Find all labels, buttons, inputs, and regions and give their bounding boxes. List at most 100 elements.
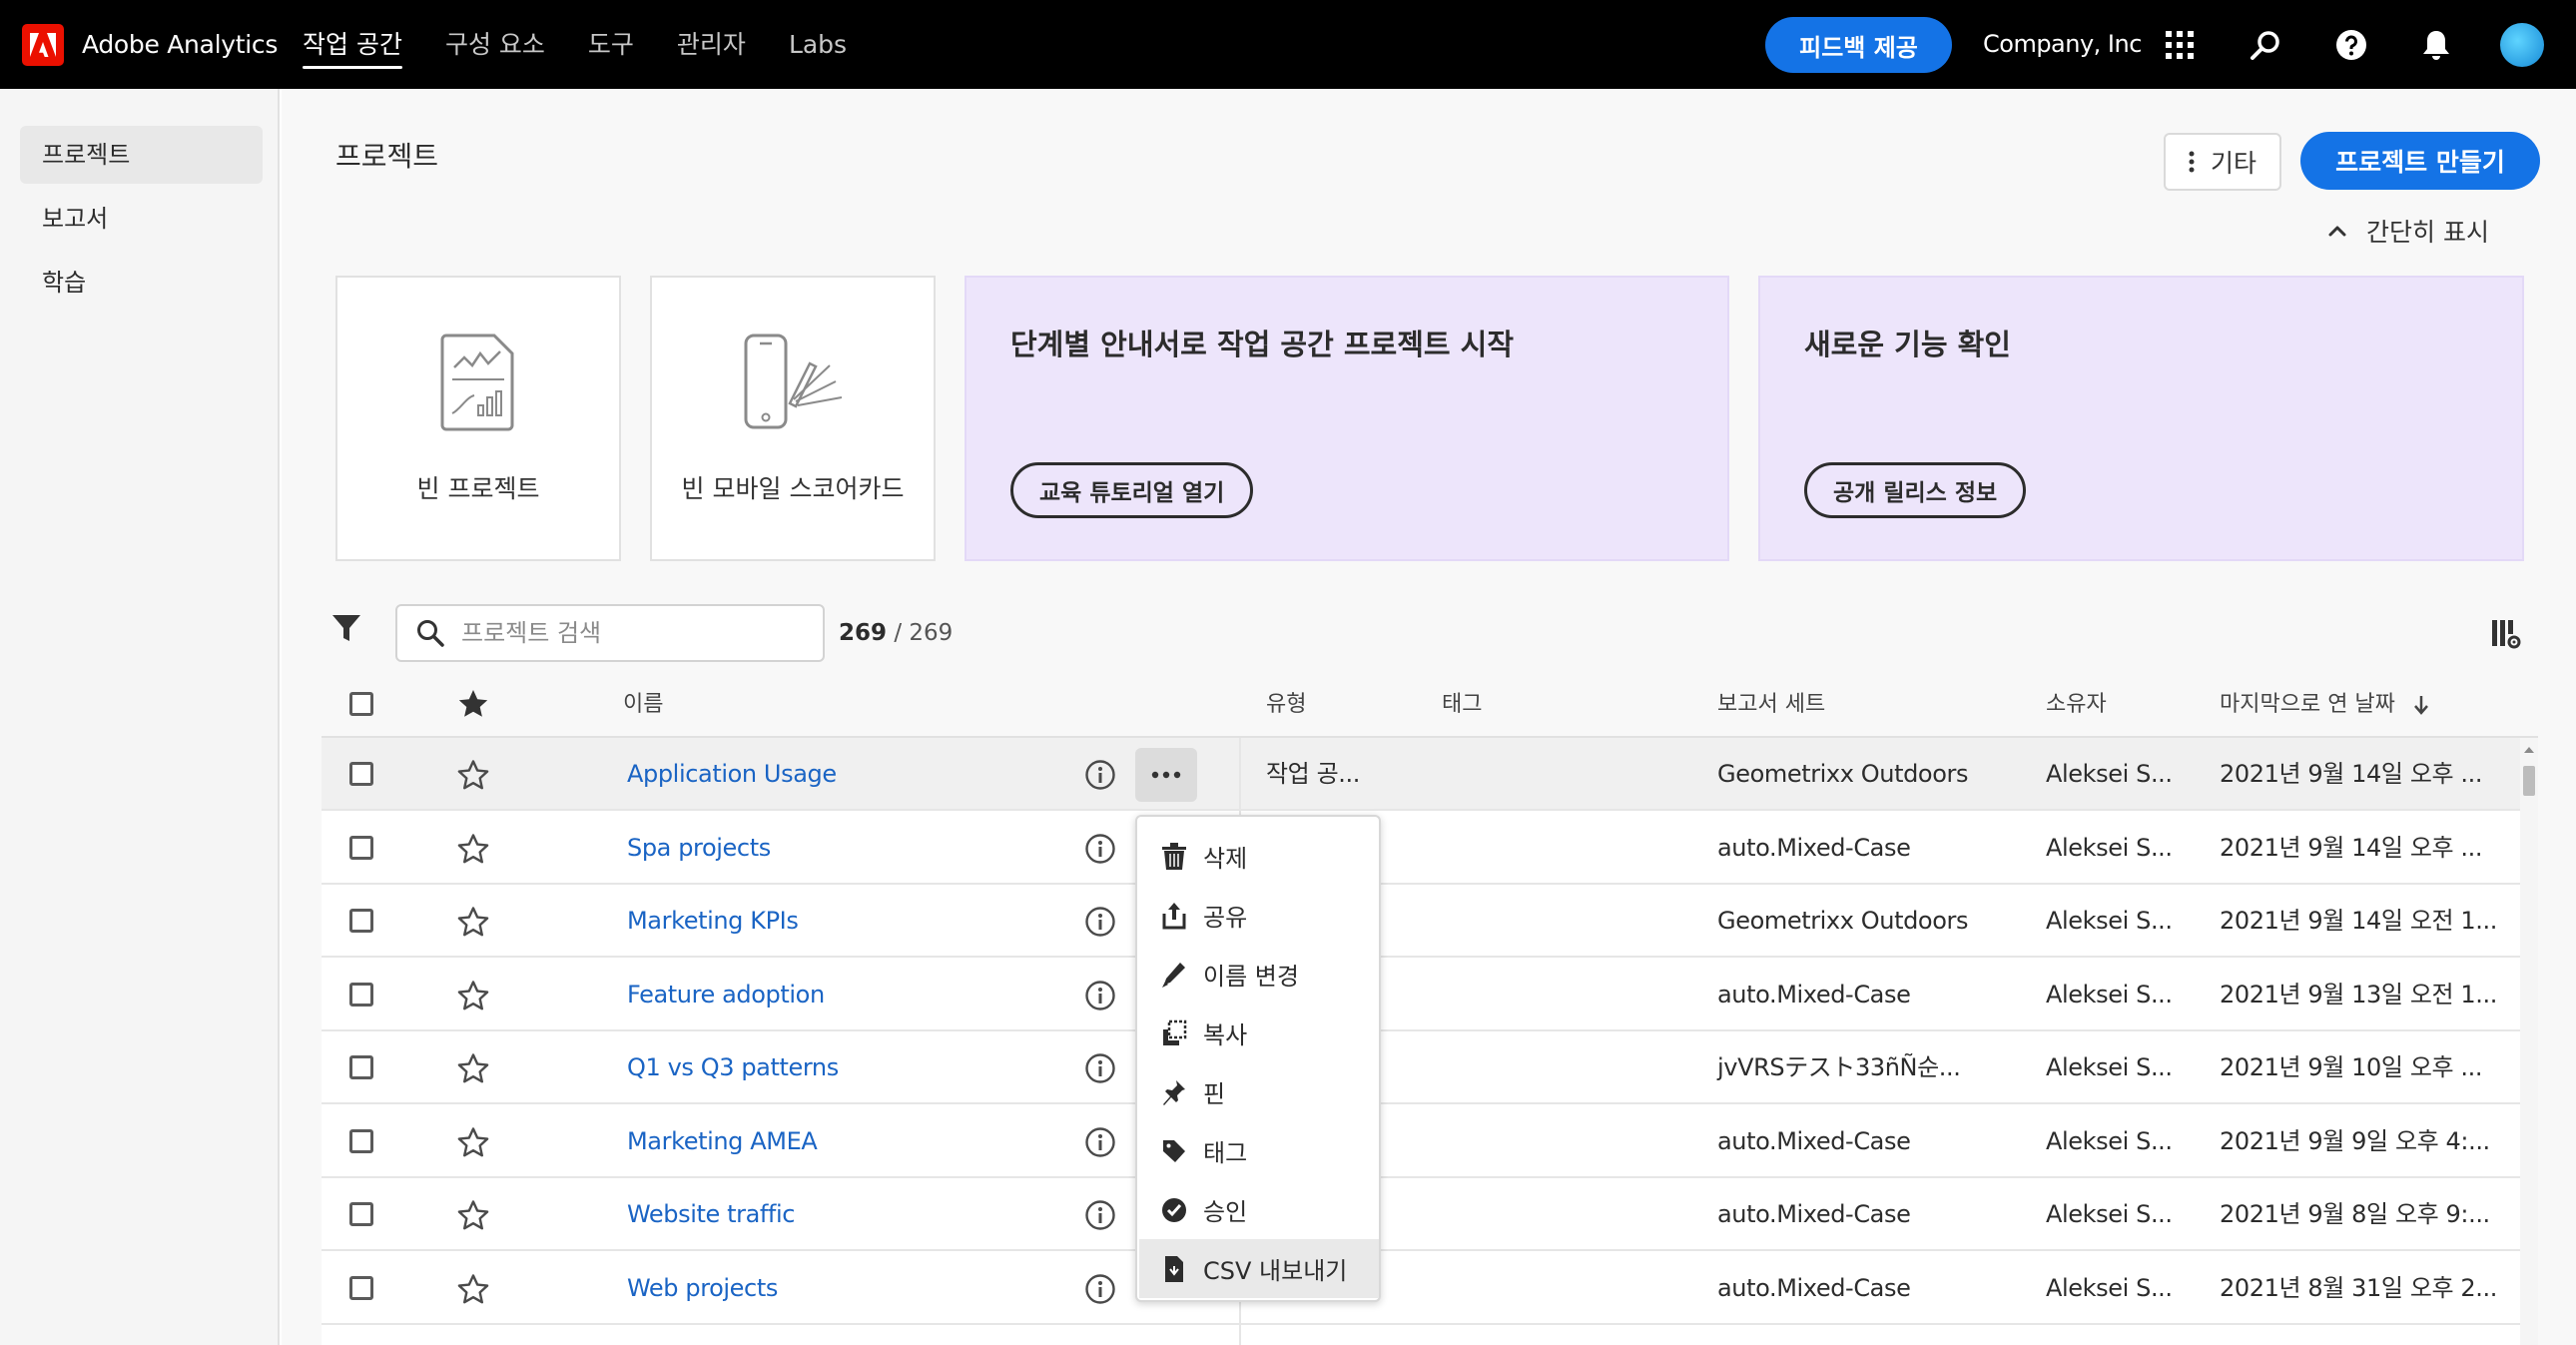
sidebar-item-learning[interactable]: 학습	[20, 254, 263, 312]
select-all-checkbox[interactable]	[349, 692, 373, 716]
project-name-link[interactable]: Website traffic	[627, 1178, 795, 1250]
favorite-star-icon[interactable]	[457, 759, 489, 791]
tutorial-promo-title: 단계별 안내서로 작업 공간 프로젝트 시작	[1010, 328, 1515, 361]
feedback-button[interactable]: 피드백 제공	[1765, 17, 1952, 73]
nav-components[interactable]: 구성 요소	[430, 0, 560, 89]
project-name-link[interactable]: Marketing AMEA	[627, 1105, 818, 1177]
row-checkbox[interactable]	[349, 909, 373, 933]
search-icon[interactable]	[2247, 26, 2284, 64]
sort-descending-icon	[2413, 696, 2428, 715]
menu-item-rename[interactable]: 이름 변경	[1139, 945, 1379, 1004]
project-name-link[interactable]: Web projects	[627, 1252, 778, 1324]
row-checkbox[interactable]	[349, 982, 373, 1007]
row-checkbox[interactable]	[349, 1275, 373, 1300]
favorite-star-icon[interactable]	[457, 833, 489, 865]
column-header-name[interactable]: 이름	[623, 674, 663, 736]
menu-item-export-csv[interactable]: CSV 내보내기	[1139, 1239, 1379, 1298]
menu-item-approve[interactable]: 승인	[1139, 1180, 1379, 1239]
table-header: 이름 유형 태그 보고서 세트 소유자 마지막으로 연 날짜	[322, 674, 2538, 736]
info-icon[interactable]	[1084, 759, 1116, 791]
table-row[interactable]: Marketing KPIs Geometrixx Outdoors Aleksei…	[322, 885, 2538, 958]
nav-admin[interactable]: 관리자	[662, 0, 761, 89]
blank-project-card[interactable]: 빈 프로젝트	[335, 276, 621, 561]
project-name-link[interactable]: Application Usage	[627, 738, 837, 810]
scroll-up-arrow-icon[interactable]	[2523, 746, 2535, 754]
favorite-star-icon[interactable]	[457, 1052, 489, 1084]
release-notes-button[interactable]: 공개 릴리스 정보	[1804, 462, 2027, 518]
more-actions-button[interactable]	[1135, 748, 1197, 802]
project-context-menu: 삭제 공유 이름 변경 복사 핀 태그 승인 CSV 내보내기	[1135, 815, 1381, 1302]
nav-labs[interactable]: Labs	[774, 0, 862, 89]
column-header-type[interactable]: 유형	[1266, 674, 1306, 736]
app-name[interactable]: Adobe Analytics	[82, 0, 278, 89]
menu-item-label: 승인	[1203, 1198, 1248, 1226]
menu-item-label: 핀	[1203, 1080, 1226, 1108]
table-row[interactable]: Marketing AMEA auto.Mixed-Case Aleksei S..…	[322, 1104, 2538, 1178]
table-row[interactable]: Web projects auto.Mixed-Case Aleksei S... 2…	[322, 1251, 2538, 1325]
table-row[interactable]: Q1 vs Q3 patterns jvVRSテスト33ñÑ순... Aleksei…	[322, 1031, 2538, 1104]
table-row[interactable]: Feature adoption auto.Mixed-Case Aleksei S…	[322, 958, 2538, 1031]
row-checkbox[interactable]	[349, 1202, 373, 1226]
info-icon[interactable]	[1084, 833, 1116, 865]
whats-new-promo-title: 새로운 기능 확인	[1804, 328, 2011, 361]
row-checkbox[interactable]	[349, 1055, 373, 1079]
company-switcher[interactable]: Company, Inc	[1983, 0, 2142, 89]
favorite-star-icon[interactable]	[457, 1126, 489, 1158]
table-row[interactable]: Website traffic auto.Mixed-Case Aleksei S.…	[322, 1178, 2538, 1251]
star-filled-icon[interactable]	[457, 688, 489, 720]
table-row[interactable]: Application Usage 작업 공... Geometrixx Outdo…	[322, 738, 2538, 811]
column-header-last-opened[interactable]: 마지막으로 연 날짜	[2220, 674, 2428, 736]
project-search-input[interactable]: 프로젝트 검색	[395, 604, 825, 662]
collapse-toggle[interactable]: 간단히 표시	[2328, 214, 2489, 248]
project-name-link[interactable]: Spa projects	[627, 812, 771, 884]
info-icon[interactable]	[1084, 1199, 1116, 1231]
table-row[interactable]: Spa projects auto.Mixed-Case Aleksei S... 2…	[322, 811, 2538, 885]
report-suite: auto.Mixed-Case	[1717, 1200, 1911, 1228]
menu-item-tag[interactable]: 태그	[1139, 1121, 1379, 1180]
report-suite: jvVRSテスト33ñÑ순...	[1717, 1053, 1961, 1081]
nav-workspace[interactable]: 작업 공간	[288, 0, 417, 89]
project-count-total: / 269	[894, 620, 954, 646]
table-scrollbar[interactable]	[2520, 738, 2538, 1345]
favorite-star-icon[interactable]	[457, 980, 489, 1011]
menu-item-label: 삭제	[1203, 845, 1248, 873]
filter-icon[interactable]	[331, 613, 361, 643]
more-button[interactable]: 기타	[2164, 133, 2281, 191]
favorite-star-icon[interactable]	[457, 906, 489, 938]
blank-mobile-scorecard-card[interactable]: 빈 모바일 스코어카드	[650, 276, 936, 561]
info-icon[interactable]	[1084, 1126, 1116, 1158]
info-icon[interactable]	[1084, 906, 1116, 938]
copy-icon	[1163, 1019, 1187, 1045]
menu-item-delete[interactable]: 삭제	[1139, 827, 1379, 886]
row-checkbox[interactable]	[349, 835, 373, 860]
menu-item-copy[interactable]: 복사	[1139, 1004, 1379, 1062]
column-header-owner[interactable]: 소유자	[2046, 674, 2107, 736]
project-name-link[interactable]: Q1 vs Q3 patterns	[627, 1031, 839, 1103]
favorite-star-icon[interactable]	[457, 1199, 489, 1231]
open-tutorial-button[interactable]: 교육 튜토리얼 열기	[1010, 462, 1254, 518]
apps-grid-icon[interactable]	[2161, 26, 2199, 64]
favorite-star-icon[interactable]	[457, 1273, 489, 1305]
last-opened-date: 2021년 9월 14일 오후 ...	[2220, 833, 2483, 862]
create-project-button[interactable]: 프로젝트 만들기	[2300, 132, 2540, 190]
project-name-link[interactable]: Marketing KPIs	[627, 885, 799, 957]
adobe-logo-icon[interactable]	[22, 24, 64, 66]
menu-item-pin[interactable]: 핀	[1139, 1062, 1379, 1121]
info-icon[interactable]	[1084, 980, 1116, 1011]
column-header-report-suite[interactable]: 보고서 세트	[1717, 674, 1825, 736]
sidebar-item-projects[interactable]: 프로젝트	[20, 126, 263, 184]
bell-icon[interactable]	[2417, 26, 2455, 64]
column-settings-icon[interactable]	[2490, 618, 2522, 650]
row-checkbox[interactable]	[349, 762, 373, 786]
nav-tools[interactable]: 도구	[573, 0, 649, 89]
column-header-tags[interactable]: 태그	[1442, 674, 1482, 736]
avatar[interactable]	[2500, 23, 2544, 67]
project-name-link[interactable]: Feature adoption	[627, 959, 825, 1030]
row-checkbox[interactable]	[349, 1128, 373, 1153]
menu-item-share[interactable]: 공유	[1139, 886, 1379, 945]
info-icon[interactable]	[1084, 1052, 1116, 1084]
help-icon[interactable]	[2332, 26, 2370, 64]
info-icon[interactable]	[1084, 1273, 1116, 1305]
sidebar-item-reports[interactable]: 보고서	[20, 190, 263, 248]
scroll-thumb[interactable]	[2523, 766, 2535, 796]
